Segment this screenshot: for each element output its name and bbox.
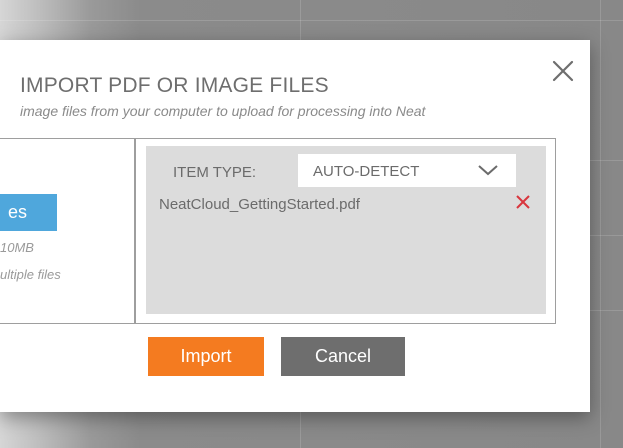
file-list-panel: ITEM TYPE: AUTO-DETECT NeatCloud_Getting…: [146, 146, 546, 314]
import-button[interactable]: Import: [148, 337, 264, 376]
background-gridline: [0, 20, 623, 21]
item-type-value: AUTO-DETECT: [313, 163, 420, 180]
cancel-button[interactable]: Cancel: [281, 337, 405, 376]
select-files-button[interactable]: es: [0, 194, 57, 231]
item-type-select[interactable]: AUTO-DETECT: [298, 154, 516, 187]
max-size-note: 10MB: [0, 240, 34, 255]
chevron-down-icon: [476, 162, 500, 178]
file-list-pane: ITEM TYPE: AUTO-DETECT NeatCloud_Getting…: [135, 138, 556, 324]
dialog-subtitle: image files from your computer to upload…: [20, 103, 426, 119]
close-icon[interactable]: [550, 58, 576, 84]
dialog-title: IMPORT PDF OR IMAGE FILES: [20, 74, 329, 97]
upload-pane: es 10MB ultiple files: [0, 138, 135, 324]
import-dialog: IMPORT PDF OR IMAGE FILES image files fr…: [0, 40, 590, 412]
item-type-label: ITEM TYPE:: [173, 164, 257, 181]
multiple-files-note: ultiple files: [0, 267, 61, 282]
file-name: NeatCloud_GettingStarted.pdf: [159, 196, 360, 213]
background-gridline: [600, 0, 601, 448]
remove-icon[interactable]: [515, 194, 531, 210]
